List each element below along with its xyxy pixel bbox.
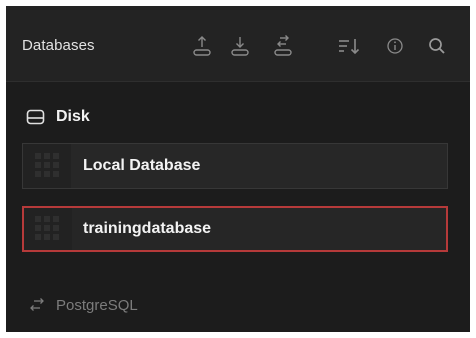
download-icon[interactable]	[229, 34, 251, 58]
databases-panel: Databases Disk Local Database trainingda…	[6, 6, 470, 332]
grip-icon	[35, 216, 59, 240]
drive-icon	[26, 109, 45, 125]
database-name: Local Database	[83, 157, 201, 174]
arrows-exchange-icon	[30, 298, 44, 311]
panel-title: Databases	[22, 37, 95, 54]
database-item-local-database[interactable]: Local Database	[22, 143, 448, 189]
database-name: trainingdatabase	[83, 220, 212, 237]
disk-section-title: Disk	[56, 108, 90, 125]
drag-handle[interactable]	[23, 144, 71, 188]
database-item-trainingdatabase[interactable]: trainingdatabase	[22, 206, 448, 252]
disk-section-header: Disk	[26, 106, 90, 128]
upload-icon[interactable]	[191, 34, 213, 58]
postgresql-label: PostgreSQL	[56, 296, 138, 314]
drag-handle[interactable]	[24, 208, 72, 250]
sort-icon[interactable]	[336, 34, 362, 58]
info-icon[interactable]	[384, 34, 406, 58]
panel-header: Databases	[6, 6, 470, 82]
search-icon[interactable]	[426, 34, 448, 58]
grip-icon	[35, 153, 59, 177]
switch-icon[interactable]	[272, 34, 294, 58]
postgresql-section[interactable]: PostgreSQL	[28, 294, 138, 316]
